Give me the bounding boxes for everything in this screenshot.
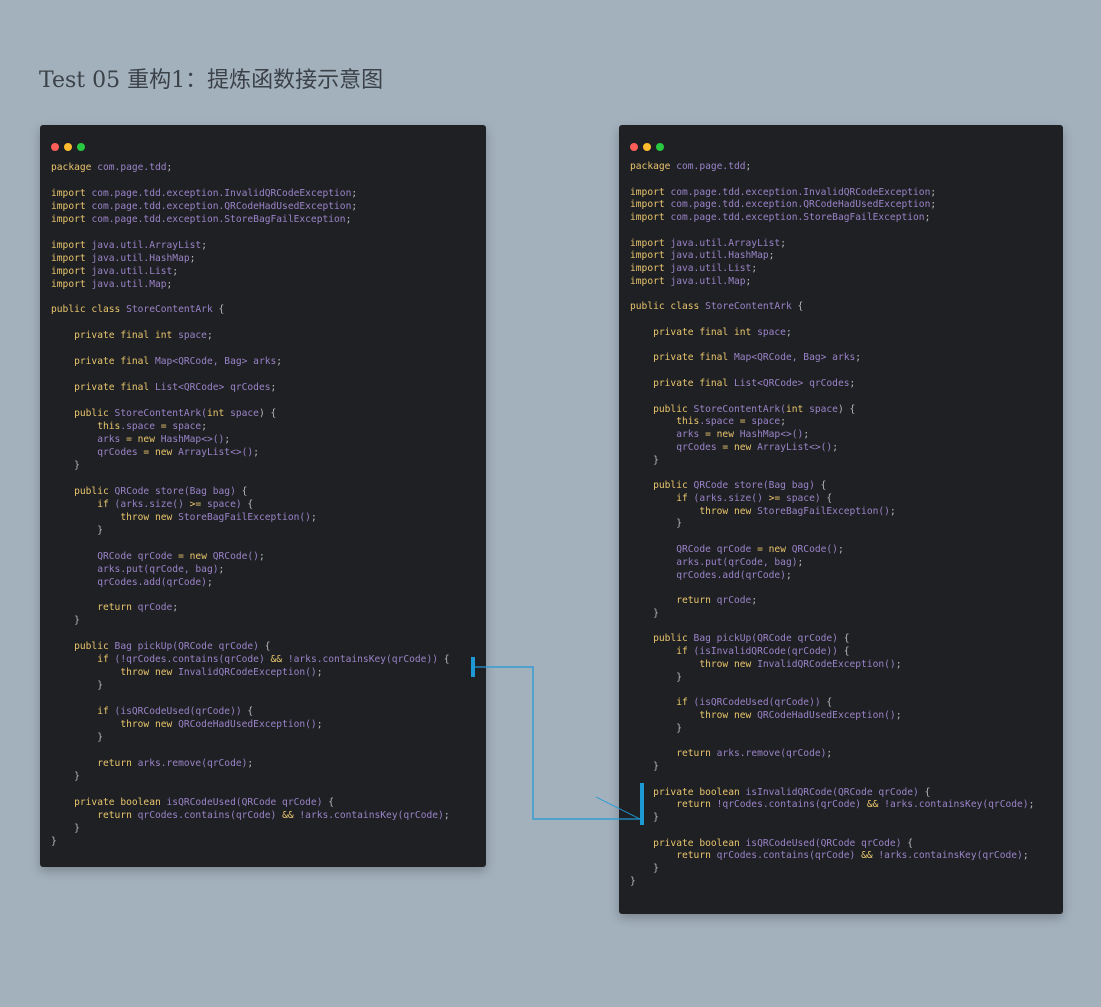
extraction-connector bbox=[475, 666, 641, 820]
connector-pointer bbox=[595, 796, 641, 820]
connector-line bbox=[475, 666, 640, 820]
